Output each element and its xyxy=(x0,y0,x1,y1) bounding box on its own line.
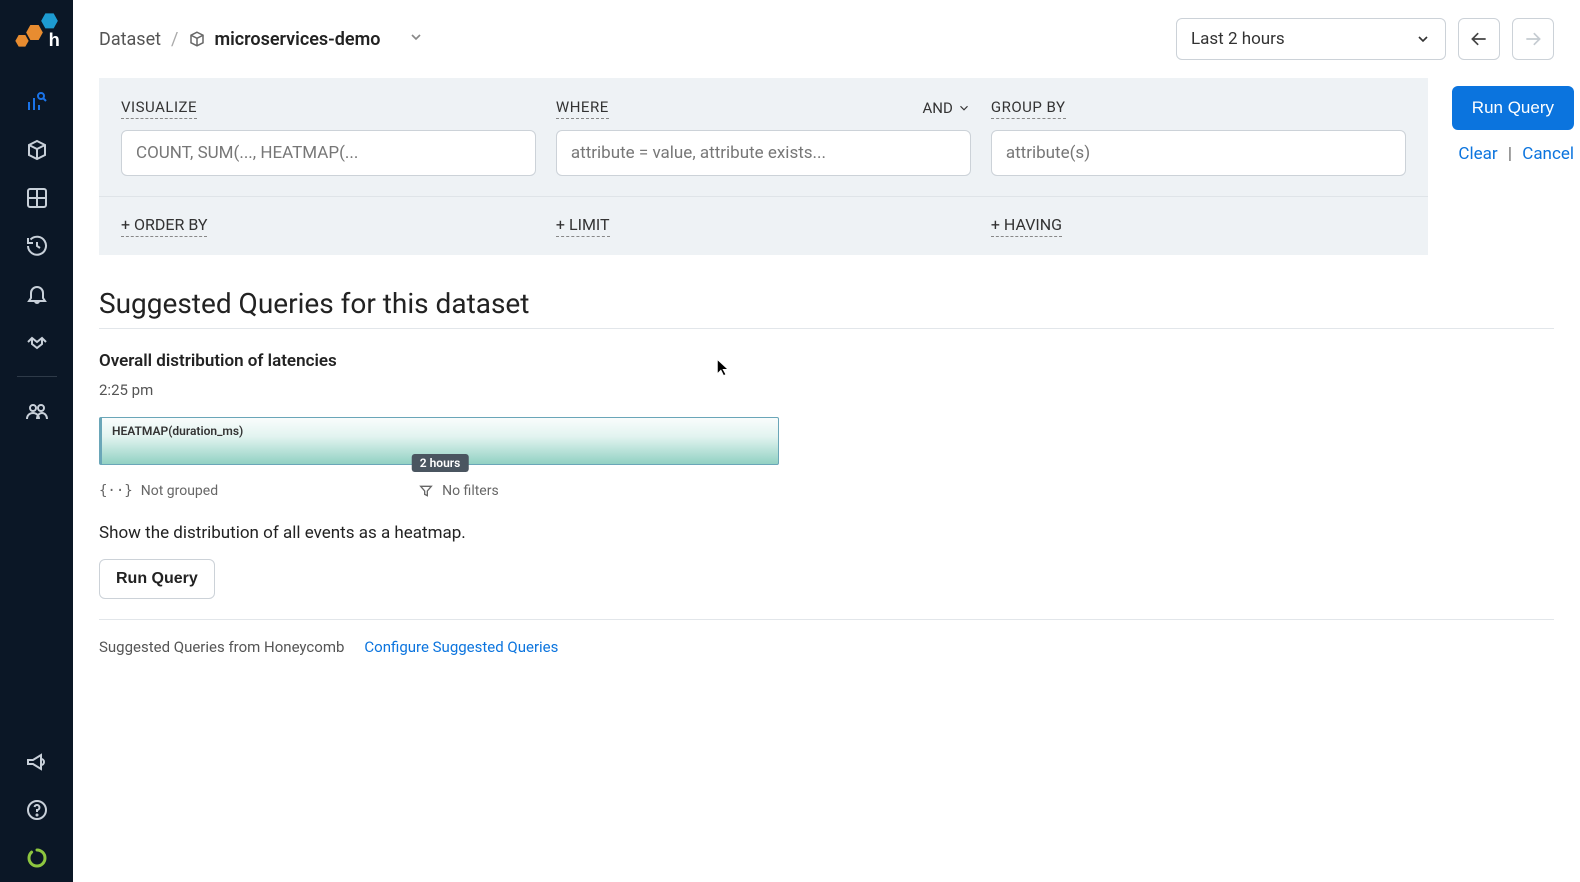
suggested-query-time: 2:25 pm xyxy=(99,381,779,399)
where-col: WHERE AND attribute = value, attribute e… xyxy=(556,96,971,176)
query-icon xyxy=(25,90,49,114)
time-range-label: Last 2 hours xyxy=(1191,29,1285,49)
dataset-selector[interactable]: microservices-demo xyxy=(188,29,380,50)
visualize-col: VISUALIZE COUNT, SUM(..., HEATMAP(... xyxy=(121,96,536,176)
filter-icon xyxy=(418,483,434,499)
handshake-icon xyxy=(25,330,49,354)
bell-icon xyxy=(25,282,49,306)
suggested-query-meta: {··} Not grouped No filters xyxy=(99,483,779,499)
suggested-query-desc: Show the distribution of all events as a… xyxy=(99,523,779,543)
nav-divider xyxy=(17,376,57,377)
svg-text:h: h xyxy=(48,29,59,50)
cube-icon xyxy=(188,30,206,48)
nav-integrations[interactable] xyxy=(17,322,57,362)
meta-no-filters: No filters xyxy=(418,483,499,499)
having-link[interactable]: + HAVING xyxy=(991,215,1062,237)
chevron-down-icon xyxy=(1415,31,1431,47)
where-and-toggle[interactable]: AND xyxy=(923,99,971,117)
query-panel: VISUALIZE COUNT, SUM(..., HEATMAP(... WH… xyxy=(99,78,1428,255)
suggested-query-title: Overall distribution of latencies xyxy=(99,351,779,371)
heatmap-range-badge: 2 hours xyxy=(412,454,469,472)
dataset-name: microservices-demo xyxy=(214,29,380,50)
where-label[interactable]: WHERE xyxy=(556,98,609,119)
groupby-label[interactable]: GROUP BY xyxy=(991,98,1066,119)
nav-help[interactable] xyxy=(17,790,57,830)
visualize-label[interactable]: VISUALIZE xyxy=(121,98,197,119)
cube-icon xyxy=(25,138,49,162)
honeycomb-logo-icon: h xyxy=(12,10,62,60)
visualize-input[interactable]: COUNT, SUM(..., HEATMAP(... xyxy=(121,130,536,176)
limit-link[interactable]: + LIMIT xyxy=(556,215,610,237)
suggested-queries: Suggested Queries for this dataset Overa… xyxy=(73,255,1580,656)
nav-boards[interactable] xyxy=(17,178,57,218)
query-builder-row: VISUALIZE COUNT, SUM(..., HEATMAP(... WH… xyxy=(73,78,1580,255)
nav-query[interactable] xyxy=(17,82,57,122)
clear-cancel: Clear | Cancel xyxy=(1458,144,1574,164)
usage-ring-icon xyxy=(25,846,49,870)
nav-announce[interactable] xyxy=(17,742,57,782)
groupby-input[interactable]: attribute(s) xyxy=(991,130,1406,176)
people-icon xyxy=(25,399,49,423)
breadcrumb-root[interactable]: Dataset xyxy=(99,29,161,50)
breadcrumb: Dataset / microservices-demo xyxy=(99,29,424,50)
configure-suggested-link[interactable]: Configure Suggested Queries xyxy=(364,638,558,656)
where-input[interactable]: attribute = value, attribute exists... xyxy=(556,130,971,176)
arrow-left-icon xyxy=(1469,29,1489,49)
help-icon xyxy=(25,798,49,822)
heatmap-label: HEATMAP(duration_ms) xyxy=(112,424,243,438)
history-icon xyxy=(25,234,49,258)
cancel-link[interactable]: Cancel xyxy=(1522,144,1574,164)
suggested-query-item: Overall distribution of latencies 2:25 p… xyxy=(99,351,779,599)
heatmap-preview[interactable]: HEATMAP(duration_ms) 2 hours xyxy=(99,417,779,465)
query-actions: Run Query Clear | Cancel xyxy=(1452,78,1580,164)
chevron-down-icon xyxy=(957,101,971,115)
groupby-col: GROUP BY attribute(s) xyxy=(991,96,1406,176)
meta-not-grouped: {··} Not grouped xyxy=(99,483,218,499)
orderby-link[interactable]: + ORDER BY xyxy=(121,215,207,237)
dataset-chevron[interactable] xyxy=(408,29,424,50)
nav-alerts[interactable] xyxy=(17,274,57,314)
suggested-queries-footer: Suggested Queries from Honeycomb Configu… xyxy=(99,619,1554,656)
breadcrumb-sep: / xyxy=(171,29,178,50)
nav-datasets[interactable] xyxy=(17,130,57,170)
time-back-button[interactable] xyxy=(1458,18,1500,60)
clear-link[interactable]: Clear xyxy=(1458,144,1497,164)
nav-team[interactable] xyxy=(17,391,57,431)
braces-icon: {··} xyxy=(99,483,133,499)
time-forward-button xyxy=(1512,18,1554,60)
nav-usage[interactable] xyxy=(17,838,57,878)
suggested-run-query-button[interactable]: Run Query xyxy=(99,559,215,599)
chevron-down-icon xyxy=(408,29,424,45)
megaphone-icon xyxy=(25,750,49,774)
topbar: Dataset / microservices-demo Last 2 hour… xyxy=(73,0,1580,78)
sidebar: h xyxy=(0,0,73,882)
grid-icon xyxy=(25,186,49,210)
suggested-footer-label: Suggested Queries from Honeycomb xyxy=(99,638,344,656)
run-query-button[interactable]: Run Query xyxy=(1452,86,1574,130)
suggested-queries-heading: Suggested Queries for this dataset xyxy=(99,287,1554,329)
nav-history[interactable] xyxy=(17,226,57,266)
main: Dataset / microservices-demo Last 2 hour… xyxy=(73,0,1580,882)
logo[interactable]: h xyxy=(12,10,62,60)
arrow-right-icon xyxy=(1523,29,1543,49)
time-range-selector[interactable]: Last 2 hours xyxy=(1176,18,1446,60)
